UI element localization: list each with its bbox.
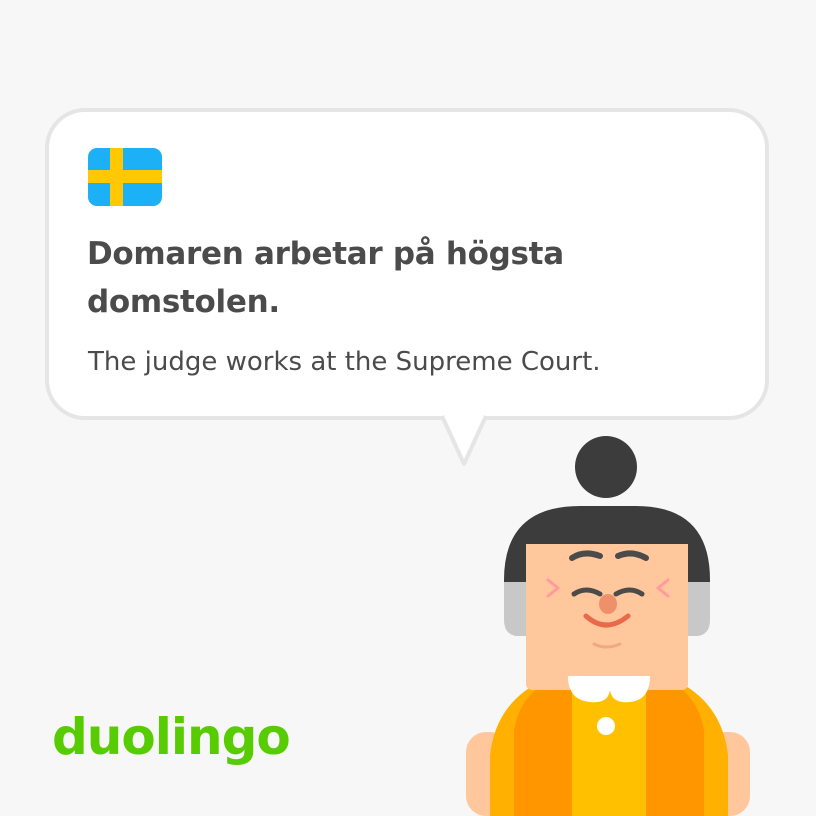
swedish-sentence: Domaren arbetar på högsta domstolen.	[87, 236, 564, 320]
nose	[599, 594, 617, 614]
sweden-flag-icon	[88, 148, 162, 206]
duolingo-logo: duolingo	[52, 708, 291, 766]
judge-character-illustration	[466, 436, 750, 816]
hair-bun	[575, 436, 637, 498]
dress-button	[597, 717, 615, 735]
side-hair-left	[504, 580, 526, 636]
side-hair-right	[688, 580, 710, 636]
english-translation: The judge works at the Supreme Court.	[88, 347, 601, 377]
speech-bubble: Domaren arbetar på högsta domstolen. The…	[45, 108, 769, 420]
